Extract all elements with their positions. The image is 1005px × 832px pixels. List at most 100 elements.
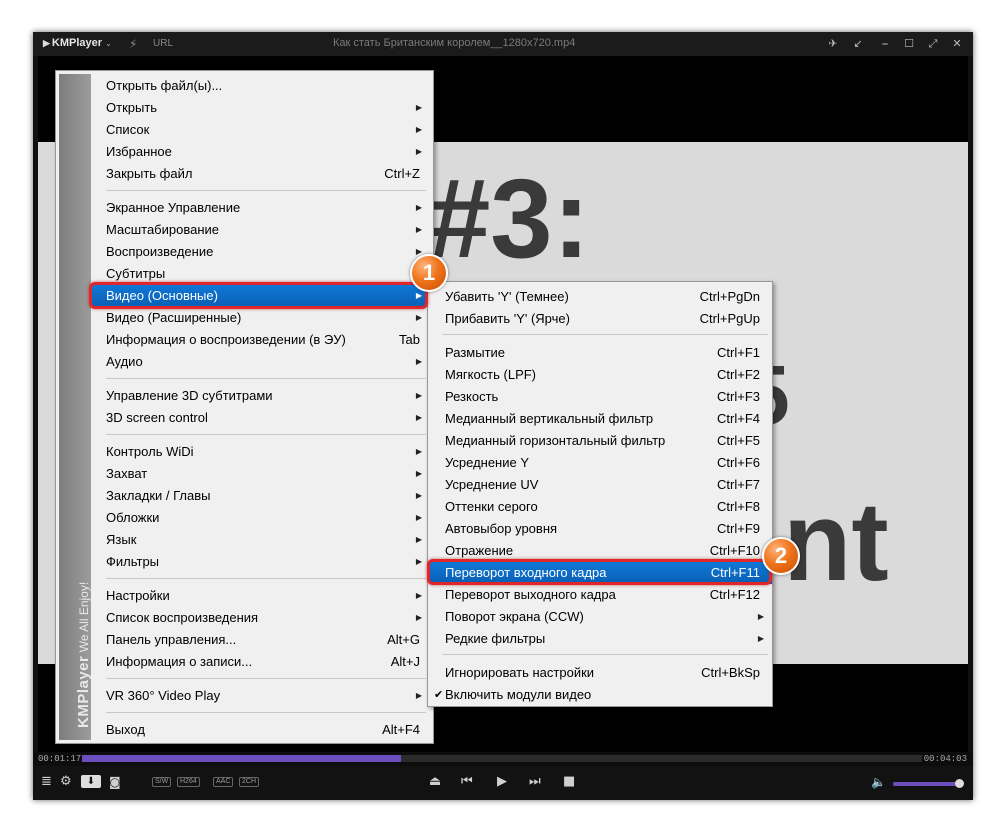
- total-time: 00:04:03: [923, 754, 967, 764]
- video-submenu-item[interactable]: Поворот экрана (CCW) ▶: [430, 606, 772, 628]
- menu-item-label: Экранное Управление: [106, 200, 241, 215]
- submenu-arrow-icon: ▶: [415, 413, 422, 422]
- menu-item[interactable]: Открыть файл(ы)...: [92, 75, 432, 97]
- slide-text: nt: [783, 479, 889, 604]
- playlist-icon[interactable]: ≣: [41, 775, 52, 789]
- previous-icon[interactable]: ⏮: [461, 775, 473, 789]
- minimize-to-corner-icon[interactable]: ↙: [848, 35, 868, 53]
- eject-icon[interactable]: ⏏: [429, 775, 441, 789]
- video-submenu-item[interactable]: Оттенки серого Ctrl+F8: [430, 496, 772, 518]
- menu-item[interactable]: Список ▶: [92, 119, 432, 141]
- video-submenu-item-shortcut: Ctrl+F8: [717, 499, 760, 514]
- lightning-icon[interactable]: ⚡: [129, 37, 137, 51]
- menu-item-label: Видео (Расширенные): [106, 310, 242, 325]
- video-submenu-item-label: Убавить 'Y' (Темнее): [445, 289, 569, 304]
- video-submenu-item-label: Игнорировать настройки: [445, 665, 595, 680]
- title-bar: ▶ KMPlayer ⌄ ⚡ URL Как стать Британским ко…: [33, 32, 973, 56]
- audio-codec-tag: AAC: [213, 777, 234, 787]
- next-icon[interactable]: ⏭: [529, 775, 541, 789]
- menu-item[interactable]: Захват ▶: [92, 463, 432, 485]
- menu-separator: [106, 434, 426, 435]
- app-logo-menu[interactable]: ▶ KMPlayer ⌄: [43, 37, 112, 49]
- menu-item[interactable]: Выход Alt+F4: [92, 719, 432, 741]
- minimize-icon[interactable]: ⎯: [875, 35, 895, 53]
- video-submenu-item-label: Усреднение UV: [445, 477, 539, 492]
- checkmark-icon: ✔: [434, 689, 444, 701]
- menu-item[interactable]: Фильтры ▶: [92, 551, 432, 573]
- menu-separator: [106, 378, 426, 379]
- menu-item[interactable]: Открыть ▶: [92, 97, 432, 119]
- vr-goggles-icon[interactable]: ◙: [109, 775, 121, 789]
- menu-item[interactable]: Избранное ▶: [92, 141, 432, 163]
- video-submenu-item-label: Автовыбор уровня: [445, 521, 558, 536]
- menu-item[interactable]: Закрыть файл Ctrl+Z: [92, 163, 432, 185]
- volume-icon[interactable]: 🔈: [871, 775, 886, 789]
- menu-item[interactable]: Контроль WiDi ▶: [92, 441, 432, 463]
- menu-item[interactable]: Управление 3D субтитрами ▶: [92, 385, 432, 407]
- menu-item[interactable]: Список воспроизведения ▶: [92, 607, 432, 629]
- close-icon[interactable]: ✕: [947, 35, 967, 53]
- video-submenu-item-shortcut: Ctrl+F4: [717, 411, 760, 426]
- video-submenu-item[interactable]: Медианный горизонтальный фильтр Ctrl+F5: [430, 430, 772, 452]
- settings-gear-icon[interactable]: ⚙: [60, 775, 72, 789]
- menu-item[interactable]: Воспроизведение ▶: [92, 241, 432, 263]
- menu-item[interactable]: VR 360° Video Play ▶: [92, 685, 432, 707]
- menu-sidebar-brand: KMPlayer We All Enjoy!: [75, 582, 92, 728]
- menu-separator: [442, 654, 768, 655]
- menu-item[interactable]: Обложки ▶: [92, 507, 432, 529]
- stop-icon[interactable]: ■: [563, 775, 575, 789]
- channels-tag: 2CH: [239, 777, 260, 787]
- video-submenu-item-label: Переворот выходного кадра: [445, 587, 616, 602]
- video-submenu-item[interactable]: ✔ Включить модули видео: [430, 684, 772, 706]
- menu-item[interactable]: 3D screen control ▶: [92, 407, 432, 429]
- video-submenu-item[interactable]: Усреднение UV Ctrl+F7: [430, 474, 772, 496]
- volume-slider[interactable]: [893, 782, 961, 786]
- menu-item[interactable]: Панель управления... Alt+G: [92, 629, 432, 651]
- fullscreen-icon[interactable]: ⤢: [923, 35, 943, 53]
- menu-item[interactable]: Язык ▶: [92, 529, 432, 551]
- video-submenu-item-label: Усреднение Y: [445, 455, 530, 470]
- menu-item[interactable]: Настройки ▶: [92, 585, 432, 607]
- step-badge: 1: [410, 254, 448, 292]
- volume-knob[interactable]: [955, 779, 964, 788]
- chevron-down-icon: ⌄: [105, 39, 112, 48]
- menu-item[interactable]: Масштабирование ▶: [92, 219, 432, 241]
- video-submenu-item[interactable]: Прибавить 'Y' (Ярче) Ctrl+PgUp: [430, 308, 772, 330]
- menu-item-shortcut: Alt+G: [387, 632, 420, 647]
- menu-item[interactable]: Закладки / Главы ▶: [92, 485, 432, 507]
- highlight-ring: [427, 559, 772, 585]
- submenu-arrow-icon: ▶: [415, 103, 422, 112]
- menu-item[interactable]: Экранное Управление ▶: [92, 197, 432, 219]
- menu-item-label: Настройки: [106, 588, 170, 603]
- video-submenu-item[interactable]: Убавить 'Y' (Темнее) Ctrl+PgDn: [430, 286, 772, 308]
- seek-progress: [82, 755, 402, 762]
- video-submenu-item[interactable]: Переворот выходного кадра Ctrl+F12: [430, 584, 772, 606]
- video-submenu-item-label: Резкость: [445, 389, 499, 404]
- video-submenu-item[interactable]: Медианный вертикальный фильтр Ctrl+F4: [430, 408, 772, 430]
- step-badge: 2: [762, 537, 800, 575]
- menu-separator: [106, 678, 426, 679]
- download-icon[interactable]: ⬇: [81, 775, 101, 788]
- pin-icon[interactable]: ✈: [823, 35, 843, 53]
- video-submenu-item[interactable]: Игнорировать настройки Ctrl+BkSp: [430, 662, 772, 684]
- sidebar-brand-name: KMPlayer: [75, 655, 92, 728]
- url-button[interactable]: URL: [153, 38, 173, 49]
- video-submenu-item[interactable]: Резкость Ctrl+F3: [430, 386, 772, 408]
- menu-item[interactable]: Аудио ▶: [92, 351, 432, 373]
- video-submenu-item[interactable]: Автовыбор уровня Ctrl+F9: [430, 518, 772, 540]
- maximize-icon[interactable]: ☐: [899, 35, 919, 53]
- menu-item-label: Воспроизведение: [106, 244, 214, 259]
- seek-bar[interactable]: 00:01:17 00:04:03: [33, 752, 973, 766]
- current-time: 00:01:17: [38, 754, 82, 764]
- menu-item-label: Избранное: [106, 144, 172, 159]
- submenu-arrow-icon: ▶: [757, 612, 764, 621]
- seek-track[interactable]: [82, 755, 922, 762]
- menu-item[interactable]: Информация о записи... Alt+J: [92, 651, 432, 673]
- play-icon[interactable]: ▶: [497, 775, 507, 789]
- video-submenu-item[interactable]: Усреднение Y Ctrl+F6: [430, 452, 772, 474]
- video-submenu-item[interactable]: Мягкость (LPF) Ctrl+F2: [430, 364, 772, 386]
- video-submenu-item[interactable]: Размытие Ctrl+F1: [430, 342, 772, 364]
- menu-item[interactable]: Информация о воспроизведении (в ЭУ) Tab: [92, 329, 432, 351]
- menu-item[interactable]: Видео (Расширенные) ▶: [92, 307, 432, 329]
- video-submenu-item[interactable]: Редкие фильтры ▶: [430, 628, 772, 650]
